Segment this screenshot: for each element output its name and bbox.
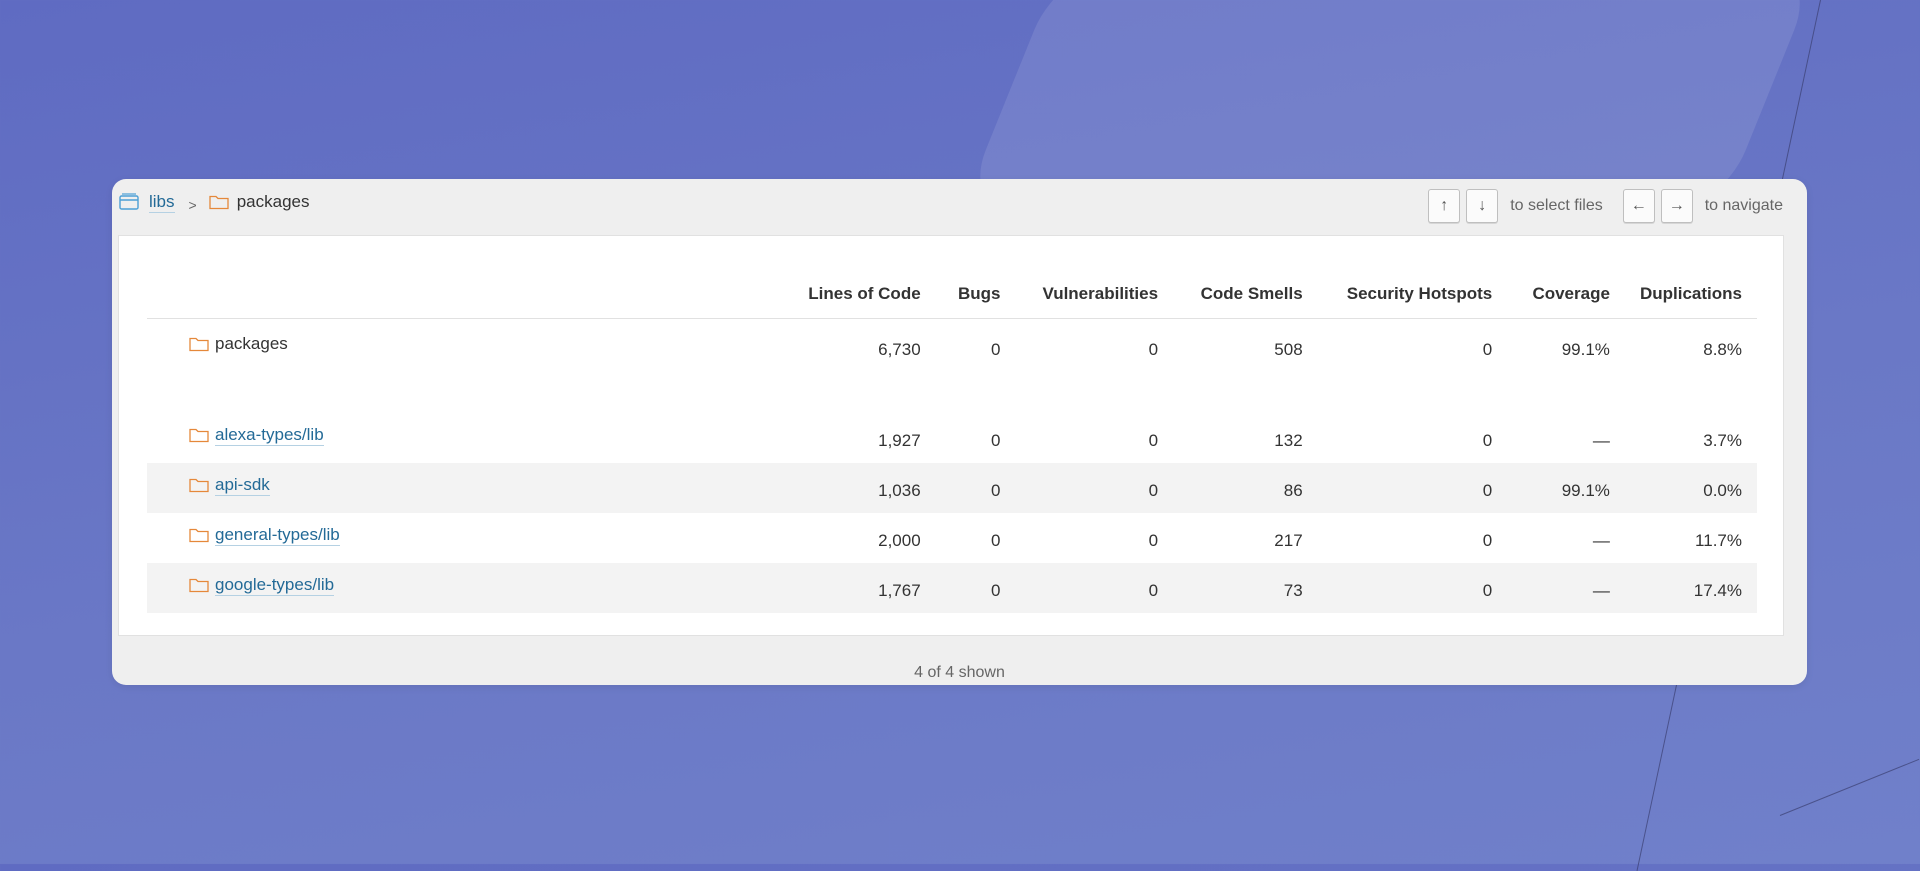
folder-icon (209, 195, 229, 210)
cell-coverage[interactable]: 99.1% (1507, 463, 1625, 513)
breadcrumb: libs > packages (119, 191, 309, 213)
component-cell: api-sdk (147, 463, 767, 513)
component-link[interactable]: api-sdk (215, 475, 270, 496)
base-component-name: packages (215, 334, 288, 354)
keyboard-shortcuts: ↑ ↓ to select files ← → to navigate (1428, 189, 1783, 223)
cell-vulnerabilities[interactable]: 0 (1015, 563, 1173, 613)
cell-duplications[interactable]: 3.7% (1625, 413, 1757, 463)
cell-vulnerabilities[interactable]: 0 (1015, 413, 1173, 463)
cell-duplications[interactable]: 0.0% (1625, 463, 1757, 513)
top-bar: libs > packages ↑ ↓ to select files ← → … (112, 179, 1807, 235)
arrow-up-key[interactable]: ↑ (1428, 189, 1461, 223)
cell-lines-of-code: 1,036 (878, 480, 921, 500)
cell-vulnerabilities: 0 (1148, 339, 1159, 359)
code-browser-window: libs > packages ↑ ↓ to select files ← → … (112, 179, 1807, 685)
cell-lines-of-code: 2,000 (878, 530, 921, 550)
cell-duplications[interactable]: 11.7% (1625, 513, 1757, 563)
table-row[interactable]: google-types/lib 1,767 0 0 73 0 — 17.4% (147, 562, 1757, 613)
cell-bugs[interactable]: 0 (936, 413, 1016, 463)
cell-security-hotspots[interactable]: 0 (1318, 513, 1508, 563)
cell-code-smells[interactable]: 217 (1173, 513, 1318, 563)
cell-lines-of-code: 6,730 (878, 339, 921, 359)
column-header-vulnerabilities[interactable]: Vulnerabilities (1015, 236, 1173, 319)
cell-bugs[interactable]: 0 (936, 563, 1016, 613)
cell-code-smells[interactable]: 132 (1173, 413, 1318, 463)
cell-code-smells[interactable]: 86 (1173, 463, 1318, 513)
column-header-security-hotspots[interactable]: Security Hotspots (1318, 236, 1508, 319)
cell-duplications: 8.8% (1703, 339, 1742, 359)
folder-icon (189, 338, 209, 352)
select-files-hint: to select files (1510, 197, 1603, 214)
cell-code-smells[interactable]: 73 (1173, 563, 1318, 613)
background-line (1779, 758, 1920, 816)
table-row[interactable]: alexa-types/lib 1,927 0 0 132 0 — 3.7% (147, 413, 1757, 463)
cell-bugs: 0 (990, 339, 1001, 359)
cell-bugs[interactable]: 0 (936, 513, 1016, 563)
table-row[interactable]: general-types/lib 2,000 0 0 217 0 — 11.7… (147, 513, 1757, 563)
column-header-code-smells[interactable]: Code Smells (1173, 236, 1318, 319)
cell-duplications[interactable]: 17.4% (1625, 563, 1757, 613)
base-component-row: packages 6,730 0 0 508 0 99.1% 8.8% (147, 319, 1757, 381)
column-header-name (147, 236, 767, 319)
cell-code-smells: 508 (1274, 339, 1303, 359)
cell-vulnerabilities[interactable]: 0 (1015, 463, 1173, 513)
cell-coverage: — (1592, 580, 1610, 600)
component-link[interactable]: general-types/lib (215, 525, 340, 546)
arrow-right-key[interactable]: → (1660, 189, 1693, 223)
component-link[interactable]: google-types/lib (215, 575, 335, 596)
cell-lines-of-code: 1,927 (878, 430, 921, 450)
background-line (1636, 684, 1677, 871)
arrow-left-key[interactable]: ← (1622, 189, 1655, 223)
component-cell: general-types/lib (147, 513, 767, 563)
cell-bugs[interactable]: 0 (936, 463, 1016, 513)
component-cell: google-types/lib (147, 563, 767, 613)
breadcrumb-root-link[interactable]: libs (149, 192, 175, 213)
component-cell: alexa-types/lib (147, 413, 767, 463)
component-link[interactable]: alexa-types/lib (215, 425, 324, 446)
table-header-row: Lines of Code Bugs Vulnerabilities Code … (147, 236, 1757, 319)
row-spacer (147, 381, 1757, 413)
results-count: 4 of 4 shown (914, 664, 1005, 681)
table-row[interactable]: api-sdk 1,036 0 0 86 0 99.1% 0.0% (147, 462, 1757, 513)
measures-panel: Lines of Code Bugs Vulnerabilities Code … (118, 235, 1784, 636)
folder-icon (189, 579, 209, 593)
cell-vulnerabilities[interactable]: 0 (1015, 513, 1173, 563)
project-icon (119, 193, 139, 210)
folder-icon (189, 529, 209, 543)
measures-table: Lines of Code Bugs Vulnerabilities Code … (147, 236, 1757, 613)
breadcrumb-separator: > (188, 197, 197, 213)
column-header-coverage[interactable]: Coverage (1507, 236, 1625, 319)
folder-icon (189, 429, 209, 443)
cell-coverage: 99.1% (1561, 339, 1610, 359)
column-header-duplications[interactable]: Duplications (1625, 236, 1757, 319)
cell-security-hotspots[interactable]: 0 (1318, 413, 1508, 463)
cell-security-hotspots[interactable]: 0 (1318, 463, 1508, 513)
base-component-cell: packages (147, 319, 767, 381)
folder-icon (189, 479, 209, 493)
cell-coverage: — (1592, 430, 1610, 450)
breadcrumb-current: packages (236, 192, 310, 211)
column-header-lines-of-code[interactable]: Lines of Code (767, 236, 936, 319)
arrow-down-key[interactable]: ↓ (1466, 189, 1499, 223)
cell-lines-of-code: 1,767 (878, 580, 921, 600)
cell-coverage: — (1592, 530, 1610, 550)
navigate-hint: to navigate (1704, 197, 1783, 214)
cell-security-hotspots[interactable]: 0 (1318, 563, 1508, 613)
column-header-bugs[interactable]: Bugs (936, 236, 1016, 319)
cell-security-hotspots: 0 (1482, 339, 1493, 359)
